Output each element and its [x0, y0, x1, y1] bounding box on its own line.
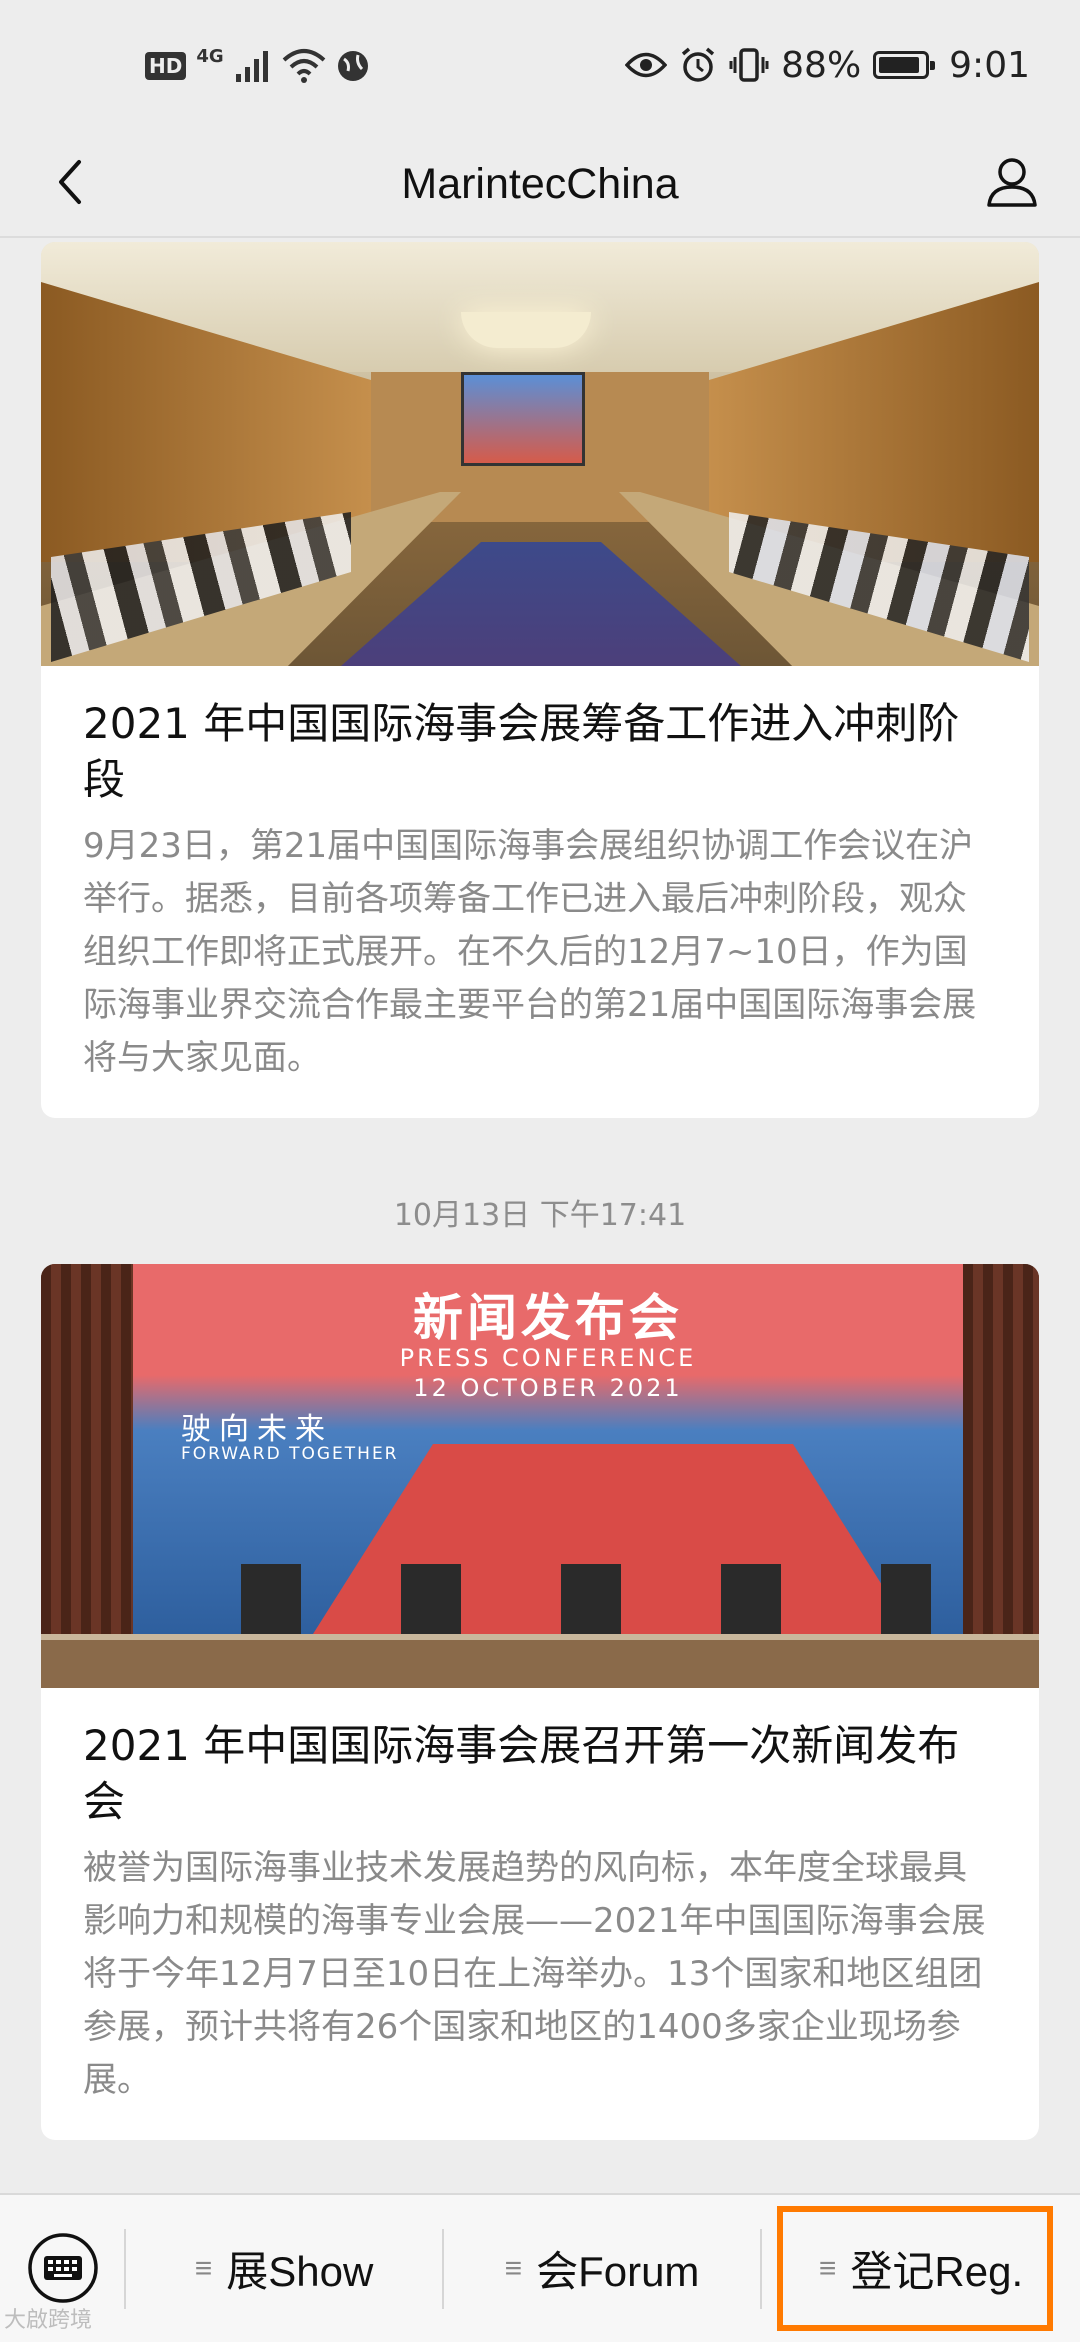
article-card[interactable]: 2021 年中国国际海事会展筹备工作进入冲刺阶段 9月23日，第21届中国国际海… — [41, 242, 1039, 1118]
profile-button[interactable] — [972, 142, 1052, 222]
article-description: 被誉为国际海事业技术发展趋势的风向标，本年度全球最具影响力和规模的海事专业会展—… — [83, 1848, 986, 2100]
menu-item-label: 展Show — [226, 2248, 374, 2295]
projection-screen — [461, 372, 585, 466]
hamburger-icon: ≡ — [194, 2251, 213, 2285]
battery-percent: 88% — [781, 44, 862, 86]
banner-slogan-cn: 驶向未来 — [181, 1412, 333, 1447]
article-title[interactable]: 2021 年中国国际海事会展筹备工作进入冲刺阶段 — [83, 696, 999, 808]
eye-icon — [625, 52, 668, 78]
nav-bar: MarintecChina — [0, 132, 1080, 238]
article-title[interactable]: 2021 年中国国际海事会展召开第一次新闻发布会 — [83, 1718, 999, 1830]
back-button[interactable] — [30, 142, 110, 222]
banner-slogan-en: FORWARD TOGETHER — [181, 1444, 399, 1464]
article-cover-image[interactable] — [41, 242, 1039, 666]
hd-badge: HD — [145, 52, 187, 80]
menu-item-label: 会Forum — [536, 2248, 700, 2295]
vibrate-icon — [729, 48, 769, 82]
keyboard-icon — [28, 2233, 98, 2303]
menu-item-show[interactable]: ≡ 展Show — [126, 2195, 442, 2342]
keyboard-toggle-button[interactable] — [20, 2225, 106, 2311]
banner-date: 12 OCTOBER 2021 — [413, 1374, 683, 1402]
highlight-box — [777, 2206, 1053, 2331]
user-icon — [987, 158, 1037, 207]
status-bar: HD 4G 88% 9:01 — [0, 0, 1080, 132]
watermark: 大啟跨境 — [4, 2308, 93, 2333]
banner-title-cn: 新闻发布会 — [413, 1289, 683, 1347]
message-timestamp: 10月13日 下午17:41 — [393, 1198, 687, 1233]
hamburger-icon: ≡ — [504, 2251, 523, 2285]
chandelier — [461, 312, 591, 348]
alarm-icon — [682, 47, 715, 82]
article-description: 9月23日，第21届中国国际海事会展组织协调工作会议在沪举行。据悉，目前各项筹备… — [83, 826, 977, 1078]
chevron-left-icon — [59, 160, 81, 204]
article-cover-image[interactable]: 新闻发布会 PRESS CONFERENCE 12 OCTOBER 2021 驶… — [41, 1264, 1039, 1688]
status-left: HD 4G — [145, 44, 370, 88]
page-title: MarintecChina — [401, 160, 679, 208]
clock: 9:01 — [949, 44, 1030, 86]
signal-icon — [235, 51, 268, 82]
wifi-icon — [282, 49, 325, 83]
article-card[interactable]: 新闻发布会 PRESS CONFERENCE 12 OCTOBER 2021 驶… — [41, 1264, 1039, 2140]
network-type: 4G — [196, 45, 224, 67]
battery-icon — [873, 51, 936, 79]
menu-item-forum[interactable]: ≡ 会Forum — [444, 2195, 760, 2342]
message-feed[interactable]: 2021 年中国国际海事会展筹备工作进入冲刺阶段 9月23日，第21届中国国际海… — [0, 238, 1080, 2193]
status-right: 88% 9:01 — [625, 40, 1030, 90]
banner-title-en: PRESS CONFERENCE — [399, 1344, 697, 1372]
globe-icon — [337, 51, 368, 81]
